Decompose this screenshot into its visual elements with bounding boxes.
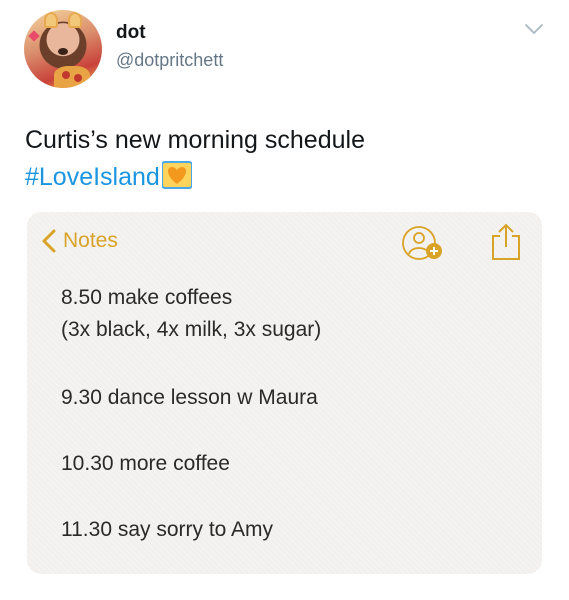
- note-line: 9.30 dance lesson w Maura: [61, 386, 318, 409]
- avatar[interactable]: [24, 10, 102, 88]
- chevron-left-icon: [42, 229, 56, 253]
- heart-sticker: [28, 30, 40, 42]
- tweet-text: Curtis’s new morning schedule #LoveIslan…: [25, 122, 545, 196]
- note-line: 10.30 more coffee: [61, 452, 230, 475]
- note-line: (3x black, 4x milk, 3x sugar): [61, 318, 322, 341]
- notes-screenshot: Notes 8.50 make coffees (3x black, 4x mi…: [27, 212, 542, 574]
- add-person-icon[interactable]: [401, 224, 445, 262]
- dog-ears-filter: [44, 12, 82, 28]
- orange-heart-emoji: [161, 161, 192, 189]
- notes-back-button[interactable]: Notes: [41, 228, 118, 254]
- share-icon[interactable]: [489, 222, 523, 262]
- chevron-down-icon[interactable]: [524, 22, 544, 36]
- notes-back-label: Notes: [63, 229, 118, 252]
- hashtag-line: #LoveIsland: [25, 159, 545, 196]
- pizza-slice: [54, 66, 90, 88]
- hashtag-link[interactable]: #LoveIsland: [25, 163, 160, 191]
- tweet: dot @dotpritchett Curtis’s new morning s…: [0, 0, 569, 600]
- display-name[interactable]: dot: [116, 22, 146, 44]
- tweet-body: Curtis’s new morning schedule: [25, 126, 365, 154]
- note-line: 11.30 say sorry to Amy: [61, 518, 274, 541]
- user-handle[interactable]: @dotpritchett: [116, 50, 223, 71]
- dog-nose-filter: [58, 48, 68, 55]
- note-line: 8.50 make coffees: [61, 286, 233, 309]
